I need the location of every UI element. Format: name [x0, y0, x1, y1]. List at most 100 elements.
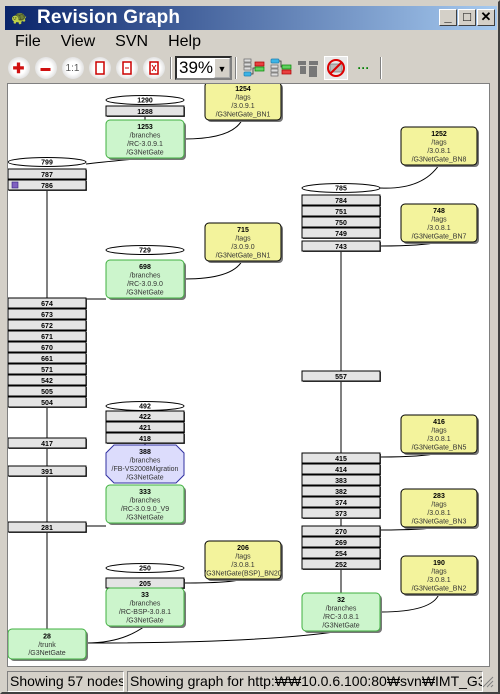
revision-label: 254: [335, 551, 347, 558]
revision-label: 571: [41, 367, 53, 374]
menu-view[interactable]: View: [51, 31, 105, 53]
branch-node[interactable]: 333/branches/RC-3.0.9.0_V9/G3NetGate: [105, 484, 186, 525]
minimize-button[interactable]: _: [439, 9, 457, 26]
revision-node[interactable]: 671: [8, 330, 87, 342]
revision-node[interactable]: 674: [8, 297, 87, 309]
resize-grip-icon[interactable]: [482, 676, 494, 688]
fit-width-icon: [94, 61, 105, 75]
revision-node[interactable]: 418: [105, 432, 185, 444]
ellipsis-icon: ···: [357, 61, 370, 75]
revision-label: 661: [41, 356, 53, 363]
tag-revision-label: 416: [433, 419, 445, 426]
tree-layout-icon: [243, 58, 264, 77]
revision-node[interactable]: 750: [301, 216, 381, 228]
tag-path-label: /G3NetGate_BN7: [412, 233, 467, 240]
tag-node[interactable]: 1254/tags/3.0.9.1/G3NetGate_BN1: [204, 84, 283, 122]
tag-node[interactable]: 715/tags/3.0.9.0/G3NetGate_BN1: [204, 222, 283, 263]
branch-node[interactable]: 33/branches/RC-BSP-3.0.8.1/G3NetGate: [105, 587, 186, 628]
revision-ellipse-node[interactable]: 785: [301, 183, 381, 193]
revision-node[interactable]: 672: [8, 319, 87, 331]
revision-node[interactable]: 281: [8, 521, 87, 533]
branch-path-label: /branches: [130, 133, 161, 140]
branch-node[interactable]: 698/branches/RC-3.0.9.0/G3NetGate: [105, 259, 186, 300]
revision-node[interactable]: 557: [301, 370, 381, 382]
tag-path-label: /G3NetGate_BN3: [412, 518, 467, 525]
revision-label: 743: [335, 244, 347, 251]
close-button[interactable]: ✕: [477, 9, 495, 26]
more-options-button[interactable]: ···: [353, 57, 375, 79]
branch-node[interactable]: 1253/branches/RC-3.0.9.1/G3NetGate: [105, 119, 186, 160]
branch-node[interactable]: 32/branches/RC-3.0.8.1/G3NetGate: [301, 592, 382, 633]
revision-node[interactable]: 252: [301, 558, 381, 570]
menu-svn[interactable]: SVN: [105, 31, 158, 53]
revision-node[interactable]: 505: [8, 385, 87, 397]
revision-label: 671: [41, 334, 53, 341]
revision-node[interactable]: 751: [301, 205, 381, 217]
revision-ellipse-node[interactable]: 799: [8, 157, 87, 167]
zoom-in-button[interactable]: ✚: [7, 57, 30, 79]
revision-ellipse-node[interactable]: 729: [105, 245, 185, 255]
revision-node[interactable]: 787: [8, 168, 87, 180]
maximize-button[interactable]: □: [458, 9, 476, 26]
revision-node[interactable]: 673: [8, 308, 87, 320]
revision-node[interactable]: 205: [105, 577, 185, 589]
revision-label: 414: [335, 467, 347, 474]
revision-label: 751: [335, 209, 347, 216]
tag-node[interactable]: 748/tags/3.0.8.1/G3NetGate_BN7: [400, 203, 479, 244]
zoom-level-combobox[interactable]: 39% ▼: [175, 56, 232, 80]
tag-node[interactable]: 206/tags/3.0.8.1/G3NetGate(BSP)_BN20: [204, 540, 283, 581]
revision-label: 787: [41, 172, 53, 179]
title-bar[interactable]: 🐢 Revision Graph _ □ ✕: [5, 6, 497, 30]
zoom-out-button[interactable]: ▬: [34, 57, 57, 79]
revision-ellipse-node[interactable]: 250: [105, 563, 185, 573]
revision-label: 504: [41, 400, 53, 407]
revision-node[interactable]: 661: [8, 352, 87, 364]
chevron-down-icon[interactable]: ▼: [214, 58, 230, 78]
hide-deleted-button[interactable]: [323, 56, 348, 80]
revision-node[interactable]: 670: [8, 341, 87, 353]
fit-window-button[interactable]: [142, 57, 165, 79]
revision-node[interactable]: 374: [301, 496, 381, 508]
branch-node[interactable]: 28/trunk/G3NetGate: [8, 628, 88, 661]
revision-node[interactable]: 417: [8, 437, 87, 449]
revision-node[interactable]: 422: [105, 410, 185, 422]
branch-path-label: /G3NetGate: [126, 289, 163, 296]
menu-file[interactable]: File: [5, 31, 51, 53]
graph-edge: [183, 119, 243, 140]
revision-node[interactable]: 415: [301, 452, 381, 464]
zoom-1-1-button[interactable]: 1:1: [61, 57, 84, 79]
menu-help[interactable]: Help: [158, 31, 211, 53]
revision-ellipse-node[interactable]: 1290: [105, 95, 185, 105]
revision-node[interactable]: 254: [301, 547, 381, 559]
revision-node[interactable]: 269: [301, 536, 381, 548]
tag-node[interactable]: 1252/tags/3.0.8.1/G3NetGate_BN8: [400, 126, 479, 167]
show-tree-layout-button[interactable]: [270, 57, 292, 79]
revision-node[interactable]: 373: [301, 507, 381, 519]
fit-height-button[interactable]: [115, 57, 138, 79]
revision-node[interactable]: 382: [301, 485, 381, 497]
revision-node[interactable]: 270: [301, 525, 381, 537]
revision-node[interactable]: 414: [301, 463, 381, 475]
revision-node[interactable]: 571: [8, 363, 87, 375]
revision-ellipse-node[interactable]: 492: [105, 401, 185, 411]
group-revisions-button[interactable]: [297, 57, 319, 79]
revision-graph-window: 🐢 Revision Graph _ □ ✕ File View SVN Hel…: [0, 0, 500, 694]
tag-node[interactable]: 283/tags/3.0.8.1/G3NetGate_BN3: [400, 488, 479, 529]
tag-node[interactable]: 190/tags/3.0.8.1/G3NetGate_BN2: [400, 555, 479, 596]
revision-node[interactable]: 391: [8, 465, 87, 477]
octagon-node[interactable]: 388/branches/FB-VS2008Migration/G3NetGat…: [105, 444, 185, 484]
fit-width-button[interactable]: [88, 57, 111, 79]
revision-node[interactable]: 421: [105, 421, 185, 433]
revision-node[interactable]: 1288: [105, 105, 185, 117]
graph-canvas[interactable]: 1290 799 785 729 492 250 1288 787 786 784 751 750 74…: [7, 83, 490, 667]
revision-node[interactable]: 743: [301, 240, 381, 252]
tag-revision-label: 206: [237, 545, 249, 552]
revision-node[interactable]: 749: [301, 227, 381, 239]
revision-node[interactable]: 504: [8, 396, 87, 408]
revision-node[interactable]: 784: [301, 194, 381, 206]
tag-node[interactable]: 416/tags/3.0.8.1/G3NetGate_BN5: [400, 414, 479, 455]
revision-node[interactable]: 786: [8, 179, 87, 191]
revision-node[interactable]: 542: [8, 374, 87, 386]
show-branch-layout-button[interactable]: [243, 57, 265, 79]
revision-node[interactable]: 383: [301, 474, 381, 486]
